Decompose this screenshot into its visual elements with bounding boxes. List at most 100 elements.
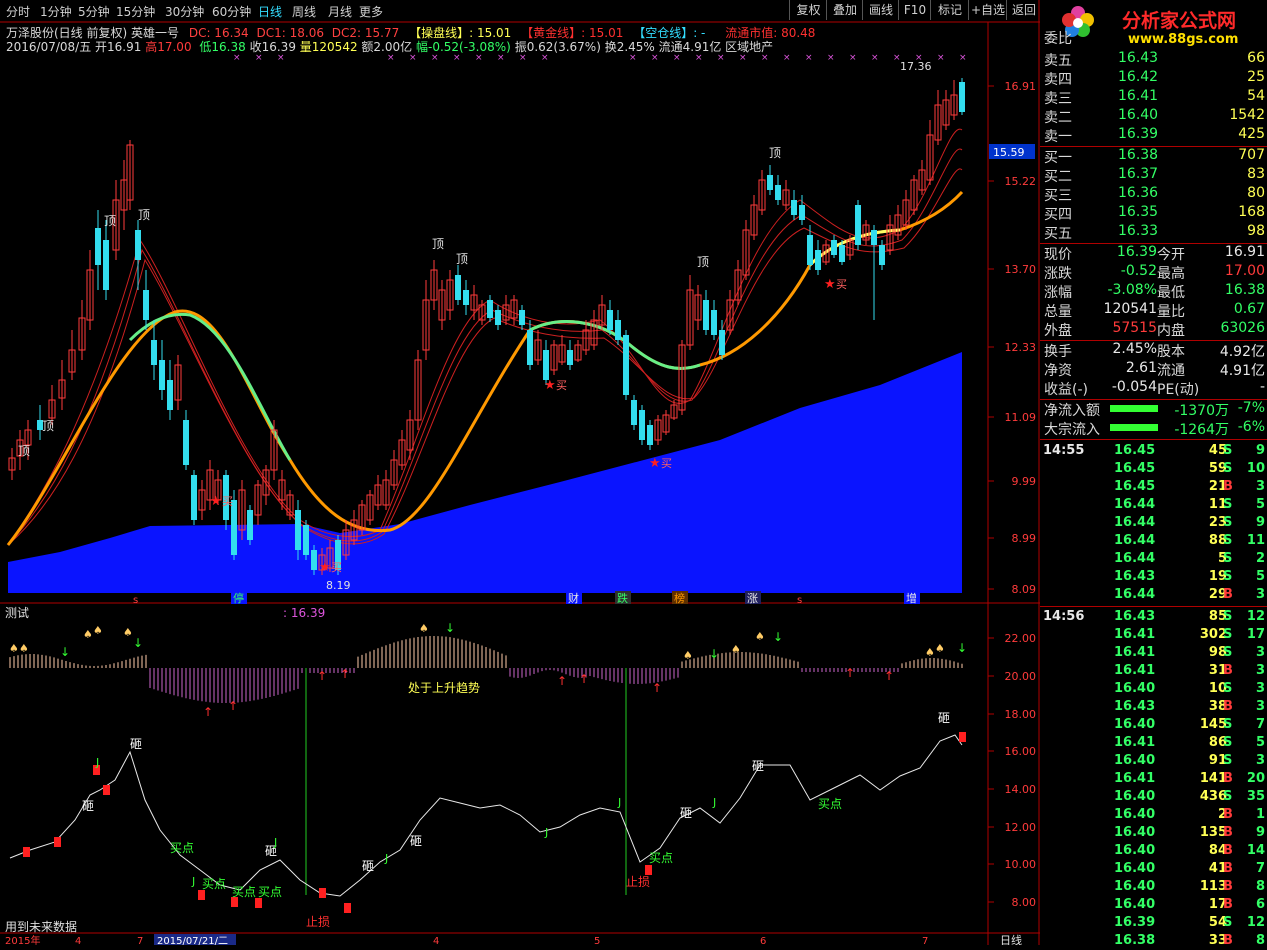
event-label[interactable]: 涨 (747, 592, 758, 605)
signal-box (344, 903, 351, 913)
x-axis-date: 6 (760, 936, 766, 945)
event-label[interactable]: 停 (233, 591, 244, 605)
tick-row: 16.40 91 S 3 (1114, 753, 1265, 768)
marker-x-icon: × (761, 53, 769, 63)
candle-body (631, 400, 637, 425)
candle-body (623, 335, 629, 395)
sub-y-tick-label: 22.00 (1005, 632, 1037, 645)
top-signal-label: 顶 (769, 146, 781, 160)
sub-panel-title: 测试 (5, 605, 29, 620)
top-signal-label: 顶 (432, 237, 444, 251)
candle-body (311, 550, 317, 570)
candle-body (487, 300, 493, 318)
candle-body (303, 525, 309, 555)
candle-body (807, 235, 813, 265)
candle-body (167, 380, 173, 410)
ask-row[interactable]: 卖五 16.43 66 (1040, 50, 1267, 69)
marker-x-icon: × (475, 53, 483, 63)
sub-y-tick-label: 12.00 (1005, 821, 1037, 834)
event-label[interactable]: 榜 (674, 591, 685, 605)
marker-x-icon: × (233, 53, 241, 63)
event-label[interactable]: 增 (906, 591, 917, 605)
stat-row: 净资 2.61 流通 4.91亿 (1044, 360, 1265, 379)
ask-row[interactable]: 卖二 16.40 1542 (1040, 107, 1267, 126)
signal-box (319, 888, 326, 898)
buy-signal-label: 买 (222, 495, 233, 508)
ask-row[interactable]: 卖三 16.41 54 (1040, 88, 1267, 107)
alert-icon: ♠ (9, 642, 19, 655)
ask-row[interactable]: 卖四 16.42 25 (1040, 69, 1267, 88)
marker-x-icon: × (277, 53, 285, 63)
marker-x-icon: × (497, 53, 505, 63)
candle-body (191, 475, 197, 520)
za-label: 砸 (362, 859, 374, 873)
bid-row[interactable]: 买三 16.36 80 (1040, 185, 1267, 204)
top-signal-label: 顶 (138, 208, 150, 222)
event-label[interactable]: 财 (568, 591, 579, 605)
down-arrow-icon: ↓ (957, 641, 967, 655)
marker-x-icon: × (893, 53, 901, 63)
marker-x-icon: × (651, 53, 659, 63)
flow-row: 净流入额 -1370万 -7% (1044, 400, 1265, 419)
signal-box (23, 847, 30, 857)
tick-row: 16.43 38 B 3 (1114, 699, 1265, 714)
ask-row[interactable]: 卖一 16.39 425 (1040, 126, 1267, 145)
marker-x-icon: × (849, 53, 857, 63)
signal-box (255, 898, 262, 908)
bid-row[interactable]: 买一 16.38 707 (1040, 147, 1267, 166)
y-tick-label: 11.09 (1005, 411, 1037, 424)
marker-x-icon: × (959, 53, 967, 63)
tick-row: 16.43 19 S 5 (1114, 569, 1265, 584)
tick-row: 16.38 33 B 8 (1114, 933, 1265, 948)
candle-body (703, 300, 709, 330)
buy-point-label: 买点 (232, 885, 256, 899)
za-label: 砸 (130, 737, 142, 751)
stop-loss-label: 止损 (306, 915, 330, 929)
za-label: 砸 (410, 834, 422, 848)
sub-y-tick-label: 14.00 (1005, 783, 1037, 796)
za-label: 砸 (82, 799, 94, 813)
za-label: 砸 (752, 759, 764, 773)
candle-body (463, 290, 469, 305)
stat-row: 涨幅 -3.08% 最低 16.38 (1044, 282, 1265, 301)
tick-row: 16.40 10 S 3 (1114, 681, 1265, 696)
x-axis-date: 7 (137, 936, 143, 945)
down-arrow-icon: ↓ (445, 621, 455, 635)
candle-body (183, 420, 189, 465)
buy-star-icon: ★ (210, 494, 222, 509)
candle-body (231, 500, 237, 555)
alert-icon: ♠ (19, 642, 29, 655)
event-label[interactable]: 跌 (617, 591, 628, 605)
y-tick-label: 12.33 (1005, 341, 1037, 354)
j-label: J (712, 796, 716, 809)
bid-row[interactable]: 买二 16.37 83 (1040, 166, 1267, 185)
tick-row: 16.41 86 S 5 (1114, 735, 1265, 750)
tick-row: 16.40 2 B 1 (1114, 807, 1265, 822)
candle-body (543, 350, 549, 380)
tick-row: 16.41 141 B 20 (1114, 771, 1265, 786)
candle-body (159, 360, 165, 390)
x-axis-date: 4 (75, 936, 81, 945)
bid-row[interactable]: 买四 16.35 168 (1040, 204, 1267, 223)
marker-x-icon: × (739, 53, 747, 63)
up-arrow-icon: ↑ (557, 674, 567, 688)
top-signal-label: 顶 (104, 214, 116, 228)
signal-box (198, 890, 205, 900)
marker-x-icon: × (409, 53, 417, 63)
sub-y-tick-label: 10.00 (1005, 858, 1037, 871)
tick-row: 16.41 302 S 17 (1114, 627, 1265, 642)
j-label: J (191, 875, 195, 888)
tick-row: 16.41 31 B 3 (1114, 663, 1265, 678)
za-label: 砸 (680, 806, 692, 820)
j-label: J (384, 852, 388, 865)
candle-body (495, 310, 501, 325)
flow-bar (1110, 424, 1158, 431)
sub-white-line (9, 734, 963, 897)
tick-row: 16.45 21 B 3 (1114, 479, 1265, 494)
kline-chart[interactable]: 16.91 15.22 13.70 12.33 11.09 9.99 8.99 8.09 15.… (0, 0, 1040, 945)
alert-icon: ♠ (93, 624, 103, 637)
candle-body (879, 245, 885, 265)
bid-row[interactable]: 买五 16.33 98 (1040, 223, 1267, 242)
candle-body (103, 240, 109, 290)
tick-row: 16.40 145 S 7 (1114, 717, 1265, 732)
